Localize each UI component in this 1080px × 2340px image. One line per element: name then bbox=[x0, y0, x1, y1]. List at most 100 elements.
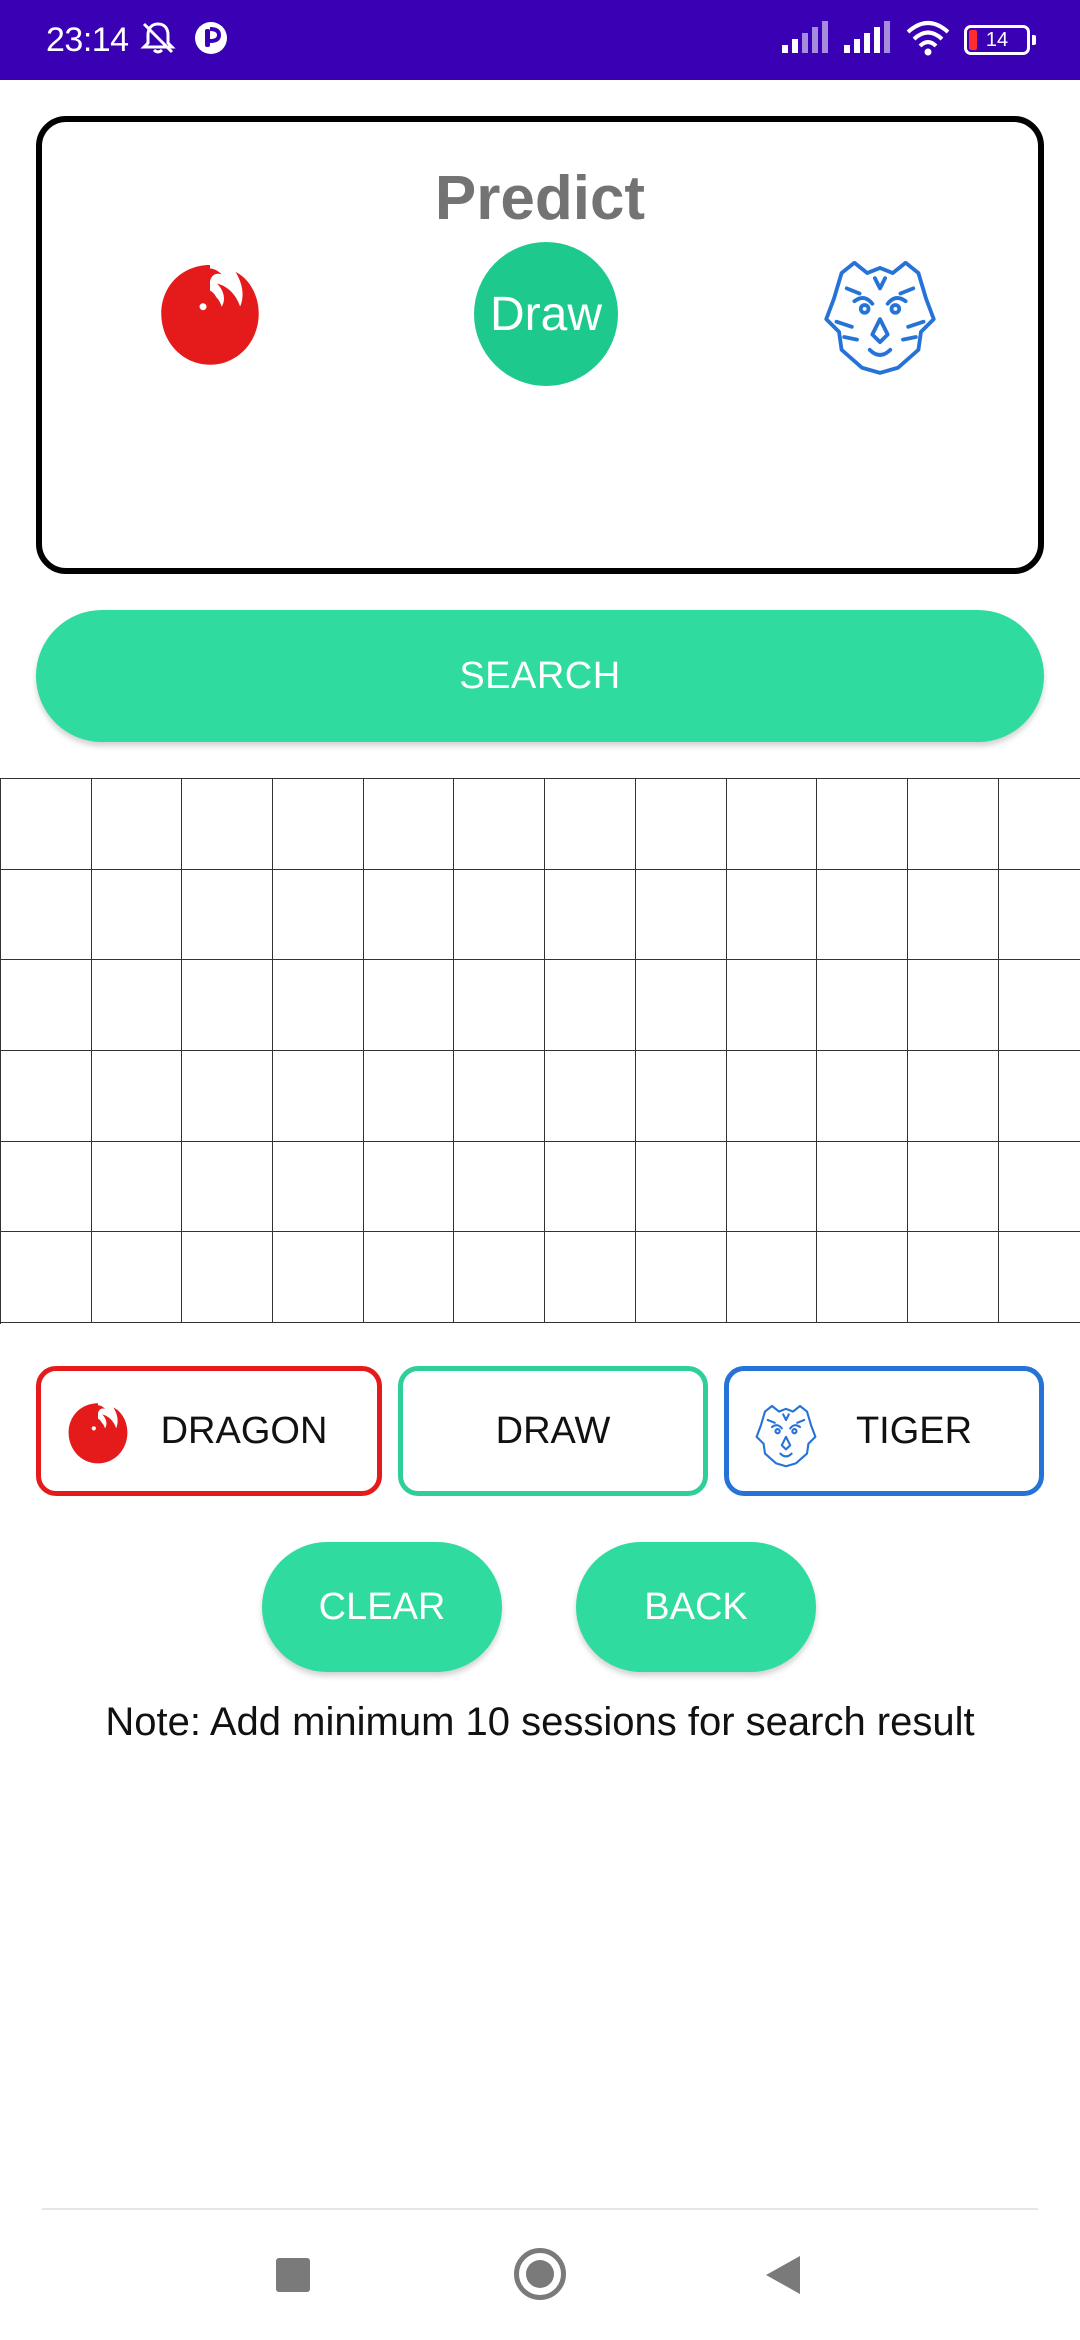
battery-icon: 14 bbox=[964, 25, 1036, 55]
grid-cell bbox=[907, 869, 999, 961]
grid-cell bbox=[454, 960, 546, 1052]
tiger-icon bbox=[751, 1399, 821, 1469]
grid-cell bbox=[454, 1141, 546, 1233]
home-icon[interactable] bbox=[514, 2248, 566, 2300]
grid-cell bbox=[545, 779, 636, 870]
grid-cell bbox=[1, 1232, 92, 1324]
tiger-button-label: TIGER bbox=[855, 1409, 973, 1452]
grid-cell bbox=[998, 1142, 1080, 1233]
grid-cell bbox=[1, 960, 92, 1052]
grid-cell bbox=[1, 1051, 92, 1142]
battery-percent: 14 bbox=[985, 29, 1009, 51]
grid-cell bbox=[273, 960, 364, 1052]
grid-cell bbox=[817, 1141, 908, 1233]
grid-cell bbox=[363, 960, 455, 1052]
status-right-icons: 14 bbox=[780, 18, 1036, 62]
grid-cell bbox=[273, 869, 364, 961]
grid-cell bbox=[635, 960, 727, 1052]
dragon-button-label: DRAGON bbox=[160, 1409, 328, 1452]
grid-cell bbox=[998, 1051, 1080, 1142]
note-text: Note: Add minimum 10 sessions for search… bbox=[105, 1700, 975, 1744]
grid-cell bbox=[998, 1232, 1080, 1324]
back-triangle-icon[interactable] bbox=[766, 2256, 800, 2294]
grid-cell bbox=[635, 869, 727, 961]
grid-cell bbox=[363, 1141, 455, 1233]
grid-cell bbox=[454, 1232, 546, 1324]
nav-divider bbox=[42, 2208, 1038, 2210]
predict-card: Predict Draw bbox=[36, 116, 1044, 574]
grid-cell bbox=[545, 1051, 636, 1142]
grid-cell bbox=[817, 1051, 908, 1142]
grid-cell bbox=[363, 779, 455, 870]
grid-cell bbox=[454, 1051, 546, 1142]
grid-cell bbox=[454, 779, 546, 870]
grid-cell bbox=[91, 960, 183, 1052]
grid-cell bbox=[635, 1141, 727, 1233]
signal-icon bbox=[780, 20, 830, 60]
grid-cell bbox=[91, 1051, 183, 1142]
grid-cell bbox=[817, 960, 908, 1052]
grid-cell bbox=[273, 1141, 364, 1233]
grid-cell bbox=[182, 1051, 274, 1142]
grid-cell bbox=[998, 779, 1080, 870]
grid-cell bbox=[907, 779, 999, 870]
dragon-icon bbox=[63, 1399, 133, 1469]
grid-cell bbox=[726, 960, 818, 1052]
grid-cell bbox=[273, 1232, 364, 1324]
grid-cell bbox=[182, 960, 274, 1052]
grid-cell bbox=[273, 779, 364, 870]
grid-cell bbox=[907, 1141, 999, 1233]
grid-cell bbox=[726, 869, 818, 961]
grid-cell bbox=[907, 960, 999, 1052]
grid-cell bbox=[91, 869, 183, 961]
dragon-icon bbox=[152, 258, 268, 374]
grid-cell bbox=[545, 869, 636, 961]
grid-cell bbox=[545, 1232, 636, 1324]
grid-cell bbox=[998, 870, 1080, 961]
wifi-icon bbox=[904, 20, 952, 61]
grid-cell bbox=[363, 869, 455, 961]
grid-cell bbox=[907, 1232, 999, 1324]
grid-cell bbox=[91, 779, 183, 870]
grid-cell bbox=[273, 1051, 364, 1142]
grid-cell bbox=[182, 779, 274, 870]
grid-cell bbox=[363, 1051, 455, 1142]
grid-cell bbox=[363, 1232, 455, 1324]
search-button[interactable]: SEARCH bbox=[36, 610, 1044, 742]
grid-cell bbox=[182, 869, 274, 961]
status-bar: 23:14 14 bbox=[0, 0, 1080, 80]
recent-apps-icon[interactable] bbox=[276, 2258, 310, 2292]
grid-cell bbox=[726, 779, 818, 870]
grid-cell bbox=[182, 1232, 274, 1324]
bell-off-icon bbox=[138, 18, 178, 63]
prediction-draw-circle: Draw bbox=[474, 242, 618, 386]
grid-cell bbox=[1, 779, 92, 870]
predict-title: Predict bbox=[434, 164, 646, 233]
grid-cell bbox=[817, 779, 908, 870]
grid-cell bbox=[635, 1232, 727, 1324]
grid-cell bbox=[1, 1141, 92, 1233]
grid-cell bbox=[635, 1051, 727, 1142]
draw-button[interactable]: DRAW bbox=[398, 1366, 708, 1496]
grid-cell bbox=[817, 1232, 908, 1324]
grid-cell bbox=[1, 869, 92, 961]
grid-cell bbox=[545, 960, 636, 1052]
grid-cell bbox=[454, 869, 546, 961]
tiger-button[interactable]: TIGER bbox=[724, 1366, 1044, 1496]
clear-button[interactable]: CLEAR bbox=[262, 1542, 502, 1672]
grid-cell bbox=[907, 1051, 999, 1142]
app-notification-icon bbox=[192, 19, 230, 62]
grid-cell bbox=[182, 1141, 274, 1233]
grid-cell bbox=[998, 960, 1080, 1052]
back-button[interactable]: BACK bbox=[576, 1542, 816, 1672]
dragon-button[interactable]: DRAGON bbox=[36, 1366, 382, 1496]
results-grid bbox=[0, 778, 1080, 1324]
draw-button-label: DRAW bbox=[495, 1409, 611, 1452]
grid-cell bbox=[817, 869, 908, 961]
grid-cell bbox=[91, 1141, 183, 1233]
grid-cell bbox=[726, 1051, 818, 1142]
grid-cell bbox=[635, 779, 727, 870]
grid-cell bbox=[545, 1141, 636, 1233]
status-left-icons bbox=[138, 20, 230, 60]
grid-cell bbox=[91, 1232, 183, 1324]
